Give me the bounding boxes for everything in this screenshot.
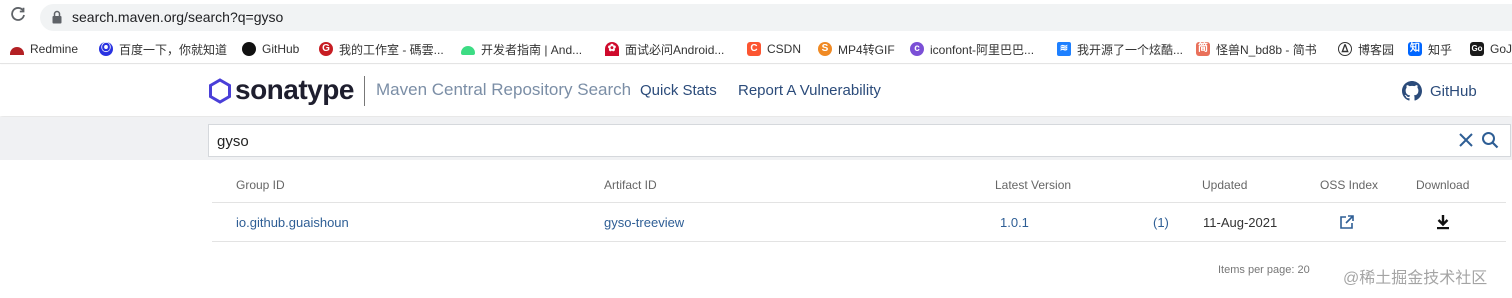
- version-count-link[interactable]: (1): [1153, 215, 1169, 230]
- reload-icon[interactable]: [8, 7, 28, 27]
- github-icon: [1402, 81, 1422, 101]
- bookmark-android[interactable]: 开发者指南 | And...: [461, 40, 582, 58]
- bookmark-csdn[interactable]: C CSDN: [747, 40, 801, 58]
- bookmark-juejin[interactable]: ≋ 我开源了一个炫酷...: [1057, 40, 1183, 58]
- bookmark-jianshu[interactable]: 简怪兽N_bd8b - 简书: [1196, 40, 1317, 58]
- site-header: sonatype Maven Central Repository Search…: [0, 65, 1512, 116]
- items-per-page[interactable]: Items per page: 20: [1218, 264, 1310, 276]
- mp4gif-icon: S: [818, 42, 832, 56]
- row-divider: [212, 241, 1506, 242]
- download-icon[interactable]: [1434, 213, 1452, 231]
- baidu-icon: ⦿: [99, 42, 113, 56]
- csdn-icon: C: [747, 42, 761, 56]
- group-id-link[interactable]: io.github.guaishoun: [236, 215, 349, 230]
- logo-text[interactable]: sonatype: [235, 74, 354, 106]
- lock-icon: [52, 10, 62, 24]
- nav-report-vulnerability[interactable]: Report A Vulnerability: [738, 82, 881, 99]
- watermark: @稀土掘金技术社区: [1343, 270, 1488, 287]
- nav-quick-stats[interactable]: Quick Stats: [640, 82, 717, 99]
- site-subtitle[interactable]: Maven Central Repository Search: [376, 80, 631, 100]
- zhihu-icon: 知: [1408, 42, 1422, 56]
- bookmark-baidu[interactable]: ⦿ 百度一下，你就知道: [99, 40, 227, 58]
- col-header-download: Download: [1416, 178, 1470, 192]
- search-box: [208, 124, 1511, 157]
- address-bar[interactable]: search.maven.org/search?q=gyso: [40, 4, 1512, 31]
- col-header-artifact-id[interactable]: Artifact ID: [604, 178, 657, 192]
- close-icon[interactable]: [1458, 132, 1474, 148]
- jianshu-icon: 简: [1196, 42, 1210, 56]
- url-text: search.maven.org/search?q=gyso: [72, 9, 284, 25]
- bookmark-iconfont[interactable]: c iconfont-阿里巴巴...: [910, 40, 1034, 58]
- github-icon: [242, 42, 256, 56]
- bookmark-github[interactable]: GitHub: [242, 40, 299, 58]
- bookmark-cnblogs[interactable]: ᐃ 博客园: [1338, 40, 1394, 58]
- bookmark-redmine[interactable]: Redmine: [10, 40, 78, 58]
- logo-divider: [364, 76, 365, 106]
- bookmark-gitee[interactable]: G 我的工作室 - 碼雲...: [319, 40, 444, 58]
- col-header-updated[interactable]: Updated: [1202, 178, 1247, 192]
- search-input[interactable]: [217, 131, 1417, 151]
- juejin-icon: ≋: [1057, 42, 1071, 56]
- col-header-latest-version[interactable]: Latest Version: [995, 178, 1071, 192]
- iconfont-icon: c: [910, 42, 924, 56]
- external-link-icon[interactable]: [1339, 214, 1355, 230]
- header-divider: [212, 202, 1506, 203]
- sonatype-logo-icon[interactable]: [208, 78, 232, 104]
- browser-address-row: search.maven.org/search?q=gyso: [0, 0, 1512, 34]
- bookmarks-bar: Redmine ⦿ 百度一下，你就知道 GitHub G 我的工作室 - 碼雲...…: [0, 34, 1512, 64]
- gitee-icon: G: [319, 42, 333, 56]
- bookmark-mp4gif[interactable]: S MP4转GIF: [818, 40, 895, 58]
- huawei-icon: ✿: [605, 42, 619, 56]
- latest-version-link[interactable]: 1.0.1: [1000, 215, 1029, 230]
- col-header-oss-index: OSS Index: [1320, 178, 1379, 192]
- github-link[interactable]: GitHub: [1402, 81, 1477, 101]
- github-label: GitHub: [1430, 82, 1477, 100]
- bookmark-huawei[interactable]: ✿ 面试必问Android...: [605, 40, 724, 58]
- cnblogs-icon: ᐃ: [1338, 42, 1352, 56]
- bookmark-go[interactable]: Go GoJ: [1470, 40, 1512, 58]
- go-icon: Go: [1470, 42, 1484, 56]
- updated-date: 11-Aug-2021: [1203, 215, 1278, 230]
- search-icon[interactable]: [1481, 131, 1499, 149]
- artifact-id-link[interactable]: gyso-treeview: [604, 215, 684, 230]
- android-icon: [461, 46, 475, 55]
- redmine-icon: [10, 47, 24, 55]
- bookmark-zhihu[interactable]: 知知乎: [1408, 40, 1452, 58]
- col-header-group-id[interactable]: Group ID: [236, 178, 285, 192]
